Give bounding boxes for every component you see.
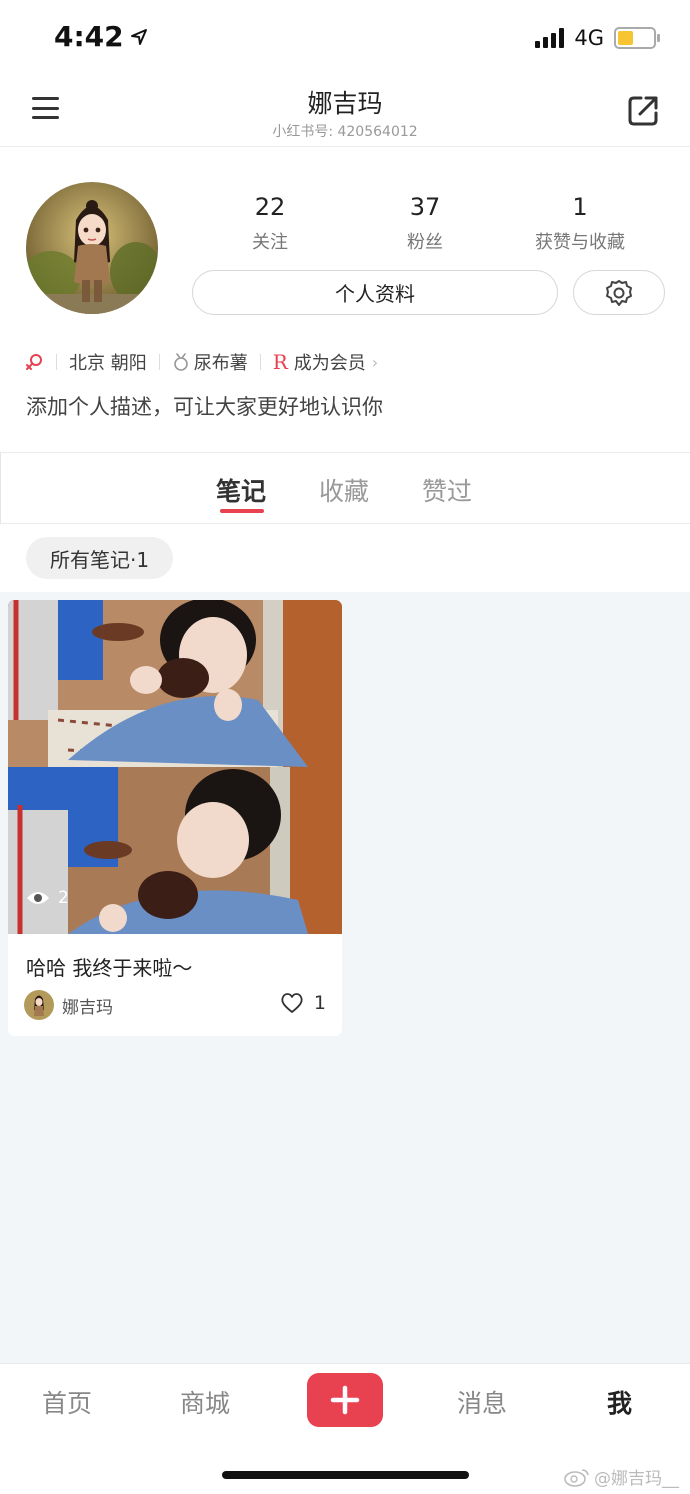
create-post-button[interactable] — [307, 1373, 383, 1427]
like-button[interactable]: 1 — [280, 992, 326, 1014]
following-count[interactable]: 22 — [200, 193, 340, 221]
page-title: 娜吉玛 — [307, 89, 383, 118]
tab-liked[interactable]: 赞过 — [422, 472, 472, 508]
gear-icon — [606, 279, 632, 306]
note-cover-image — [8, 600, 342, 934]
active-tab-indicator — [220, 509, 264, 513]
like-count: 1 — [313, 992, 326, 1014]
note-author[interactable]: 娜吉玛 — [24, 990, 113, 1020]
nav-shop[interactable]: 商城 — [180, 1384, 230, 1420]
likes-collects-label[interactable]: 获赞与收藏 — [500, 228, 660, 254]
author-avatar — [24, 990, 54, 1020]
eye-icon — [27, 892, 49, 904]
profile-bio[interactable]: 添加个人描述，可让大家更好地认识你 — [26, 391, 383, 421]
status-time-group: 4:42 — [54, 20, 148, 53]
home-indicator[interactable] — [222, 1471, 469, 1479]
battery-icon — [614, 27, 660, 49]
tab-collections[interactable]: 收藏 — [319, 472, 369, 508]
profile-tags: 北京 朝阳 尿布薯 R 成为会员 › — [24, 350, 378, 374]
network-type: 4G — [574, 26, 604, 50]
medal-icon — [173, 353, 188, 371]
nav-messages[interactable]: 消息 — [457, 1384, 507, 1420]
nav-me[interactable]: 我 — [607, 1384, 632, 1420]
edit-profile-label: 个人资料 — [335, 282, 415, 306]
chevron-right-icon: › — [371, 352, 379, 372]
member-r-icon: R — [272, 350, 288, 374]
plus-icon — [330, 1385, 360, 1415]
signal-icon — [535, 28, 565, 48]
gender-icon — [26, 354, 42, 370]
user-id: 小红书号: 420564012 — [272, 124, 418, 140]
edit-profile-button[interactable]: 个人资料 — [192, 270, 558, 315]
badge-tag[interactable]: 尿布薯 — [194, 349, 248, 375]
location-tag: 北京 朝阳 — [69, 353, 147, 374]
all-notes-filter[interactable]: 所有笔记·1 — [26, 537, 174, 579]
battery-fill — [618, 31, 633, 45]
followers-count[interactable]: 37 — [355, 193, 495, 221]
status-time: 4:42 — [54, 20, 124, 53]
view-count-value: 2 — [58, 888, 69, 908]
nav-home[interactable]: 首页 — [42, 1384, 92, 1420]
heart-icon — [281, 993, 303, 1013]
nav-divider — [0, 146, 690, 147]
author-name: 娜吉玛 — [62, 997, 113, 1018]
following-label[interactable]: 关注 — [190, 228, 350, 254]
settings-button[interactable] — [573, 270, 665, 315]
note-card[interactable]: 2 哈哈 我终于来啦～ 娜吉玛 1 — [8, 600, 342, 1036]
followers-label[interactable]: 粉丝 — [345, 228, 505, 254]
share-icon[interactable] — [626, 94, 660, 132]
view-count: 2 — [26, 888, 69, 908]
location-arrow-icon — [130, 28, 147, 45]
status-indicators: 4G — [535, 26, 660, 50]
likes-collects-count[interactable]: 1 — [510, 193, 650, 221]
avatar[interactable] — [26, 182, 158, 314]
tab-notes[interactable]: 笔记 — [216, 472, 266, 508]
member-tag[interactable]: 成为会员 — [294, 349, 366, 375]
watermark: @娜吉玛__ — [564, 1464, 679, 1489]
note-title: 哈哈 我终于来啦～ — [26, 956, 193, 980]
weibo-icon — [564, 1468, 589, 1487]
watermark-text: @娜吉玛__ — [594, 1469, 679, 1489]
